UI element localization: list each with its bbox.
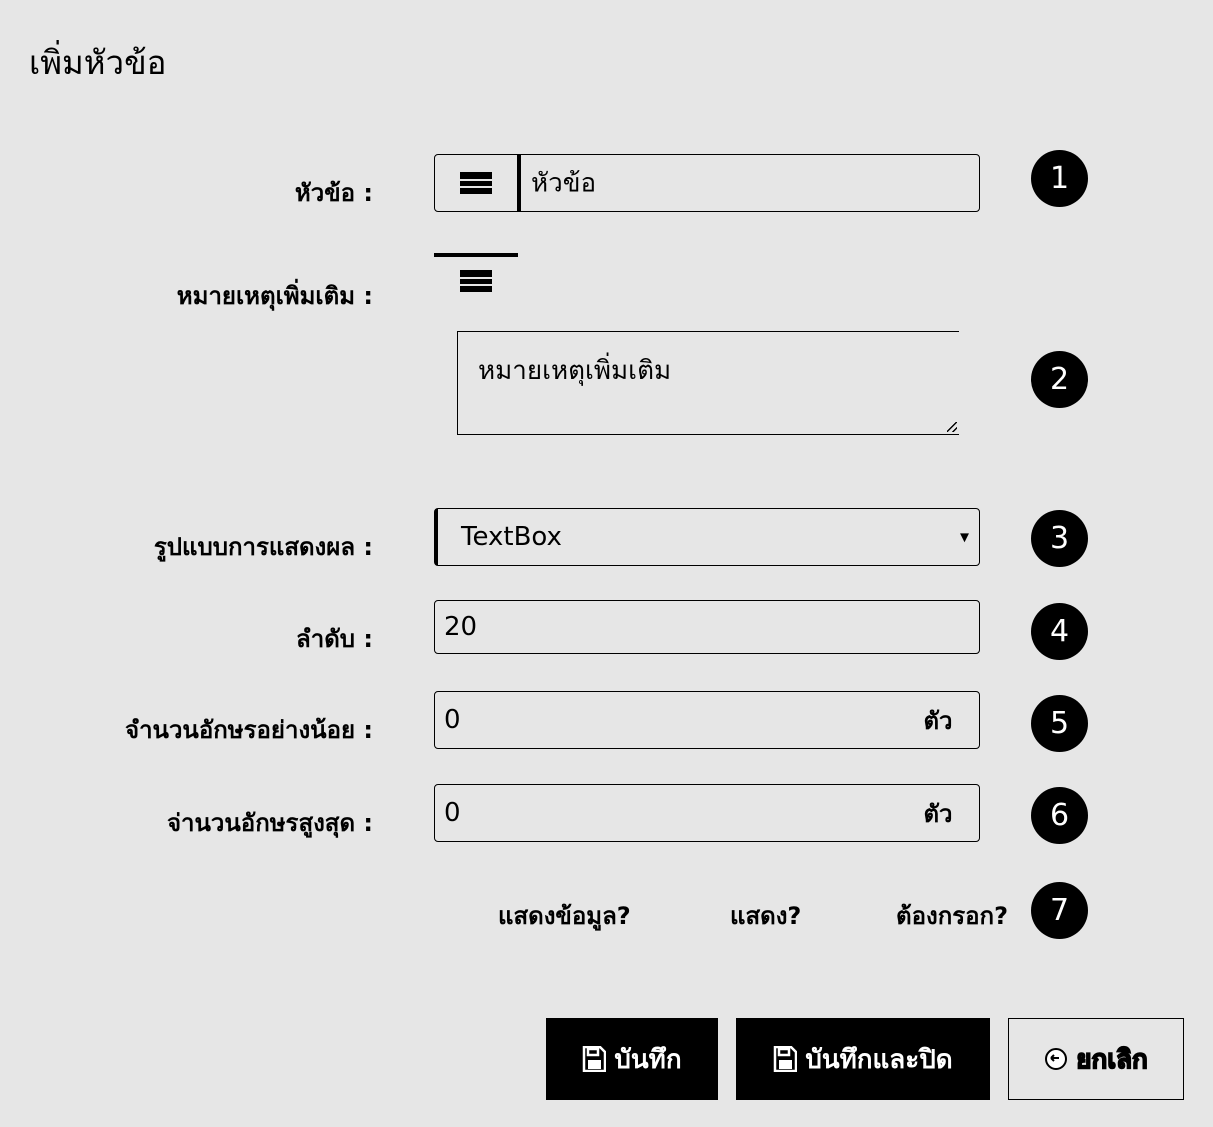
resize-grip-icon[interactable] — [947, 422, 957, 432]
save-icon — [583, 1046, 607, 1072]
min-chars-label: จำนวนอักษรอย่างน้อย : — [125, 716, 373, 744]
step-badge-4: 4 — [1031, 603, 1088, 660]
show-option[interactable]: แสดง? — [730, 896, 801, 935]
required-option[interactable]: ต้องกรอก? — [896, 896, 1008, 935]
order-label: ลำดับ : — [296, 625, 373, 653]
step-badge-3: 3 — [1031, 510, 1088, 567]
step-badge-5: 5 — [1031, 695, 1088, 752]
remark-input[interactable]: หมายเหตุเพิ่มเติม — [478, 350, 671, 391]
save-and-close-button-label: บันทึกและปิด — [805, 1044, 953, 1075]
save-button[interactable]: บันทึก — [546, 1018, 718, 1100]
topic-addon — [435, 155, 521, 211]
remark-textarea[interactable]: หมายเหตุเพิ่มเติม — [457, 331, 959, 435]
min-chars-field[interactable]: 0 ตัว — [434, 691, 980, 749]
max-chars-field[interactable]: 0 ตัว — [434, 784, 980, 842]
cancel-button[interactable]: ยกเลิก — [1008, 1018, 1184, 1100]
undo-icon — [1045, 1048, 1068, 1070]
save-icon — [774, 1046, 798, 1072]
step-badge-7: 7 — [1031, 882, 1088, 939]
remark-tab[interactable] — [434, 253, 518, 305]
step-badge-6: 6 — [1031, 787, 1088, 844]
min-chars-input[interactable]: 0 — [444, 705, 461, 735]
display-type-label: รูปแบบการแสดงผล : — [153, 533, 373, 561]
show-data-option[interactable]: แสดงข้อมูล? — [498, 896, 631, 935]
save-and-close-button[interactable]: บันทึกและปิด — [736, 1018, 990, 1100]
step-badge-2: 2 — [1031, 351, 1088, 408]
step-badge-1: 1 — [1031, 150, 1088, 207]
save-button-label: บันทึก — [614, 1044, 682, 1075]
topic-label: หัวข้อ : — [294, 179, 373, 207]
dialog-title: เพิ่มหัวข้อ — [29, 43, 167, 82]
topic-input[interactable]: หัวข้อ — [531, 163, 596, 204]
display-type-value: TextBox — [461, 522, 562, 552]
cancel-button-label: ยกเลิก — [1075, 1044, 1148, 1076]
display-type-select[interactable]: TextBox ▾ — [434, 508, 980, 566]
card-icon — [460, 270, 492, 292]
max-chars-label: จ่านวนอักษรสูงสุด : — [166, 809, 373, 837]
min-chars-unit: ตัว — [923, 706, 953, 735]
topic-field[interactable]: หัวข้อ — [434, 154, 980, 212]
max-chars-input[interactable]: 0 — [444, 798, 461, 828]
remark-label: หมายเหตุเพิ่มเติม : — [176, 282, 373, 310]
order-field[interactable]: 20 — [434, 600, 980, 654]
order-input[interactable]: 20 — [444, 612, 477, 642]
max-chars-unit: ตัว — [923, 799, 953, 828]
card-icon — [460, 172, 492, 194]
chevron-down-icon: ▾ — [959, 526, 969, 548]
